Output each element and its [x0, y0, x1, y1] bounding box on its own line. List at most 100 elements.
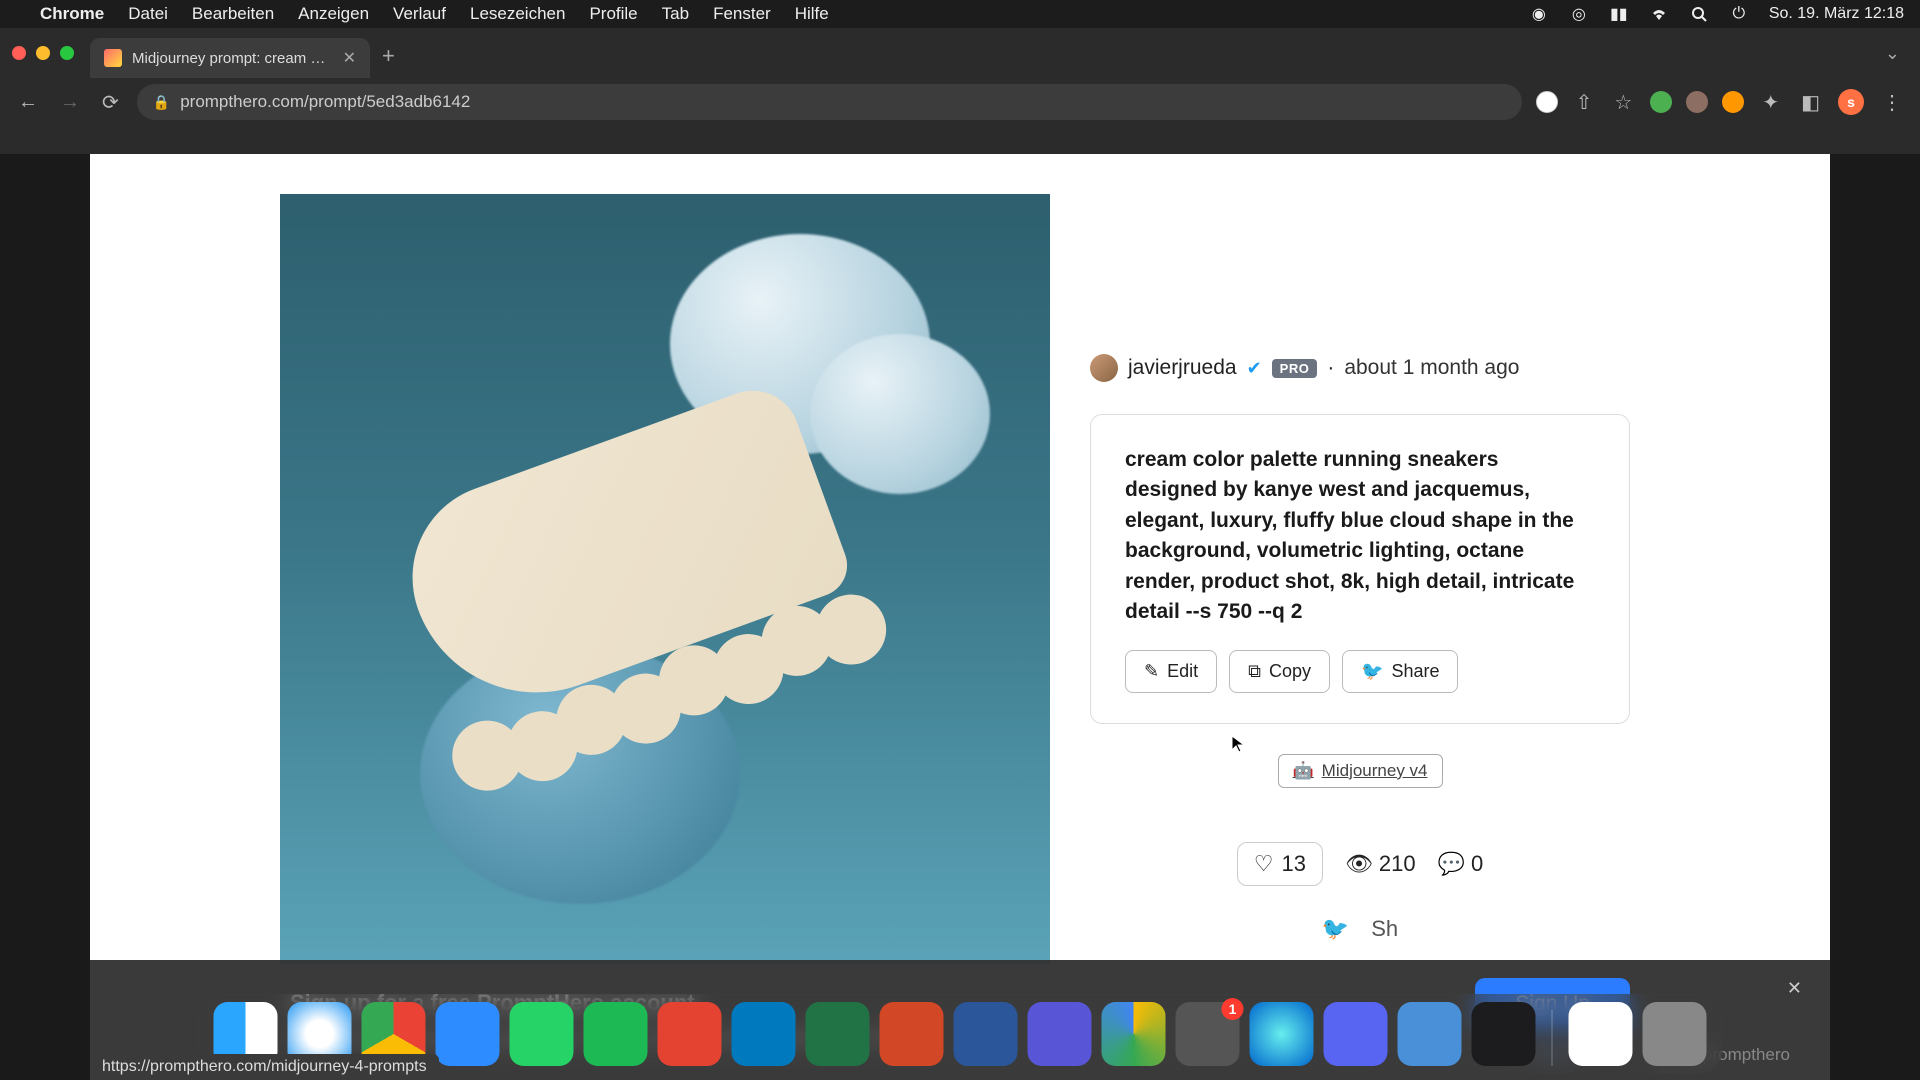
record-status-icon[interactable]: ◉ [1529, 4, 1549, 24]
menu-anzeigen[interactable]: Anzeigen [298, 4, 369, 24]
share-page-icon[interactable]: ⇧ [1572, 86, 1597, 119]
control-center-icon[interactable]: ⏻ [1729, 4, 1749, 24]
spotlight-icon[interactable] [1689, 4, 1709, 24]
author-row: javierjrueda ✔ PRO · about 1 month ago [1090, 354, 1630, 382]
prompt-page: javierjrueda ✔ PRO · about 1 month ago c… [90, 154, 1830, 1080]
like-count: 13 [1281, 851, 1305, 877]
banner-close-icon[interactable]: ✕ [1787, 978, 1802, 999]
reload-button[interactable]: ⟳ [98, 86, 123, 119]
views-stat: 👁 210 [1345, 851, 1416, 877]
quicktime-dock-icon[interactable] [1398, 1002, 1462, 1066]
twitter-share-icon[interactable]: 🐦 [1322, 916, 1349, 942]
menu-datei[interactable]: Datei [128, 4, 168, 24]
tabs-overflow-icon[interactable]: ⌄ [1885, 43, 1900, 64]
share-on-label: Sh [1371, 916, 1398, 942]
maximize-window-button[interactable] [60, 46, 74, 60]
macos-menubar: Chrome Datei Bearbeiten Anzeigen Verlauf… [0, 0, 1920, 28]
tab-strip: Midjourney prompt: cream col… ✕ + ⌄ [0, 28, 1920, 78]
model-tag-label: Midjourney v4 [1322, 761, 1428, 781]
edit-button[interactable]: ✎ Edit [1125, 650, 1217, 693]
tab-title: Midjourney prompt: cream col… [132, 50, 333, 67]
browser-tab[interactable]: Midjourney prompt: cream col… ✕ [90, 38, 370, 78]
settings-dock-icon[interactable]: 1 [1176, 1002, 1240, 1066]
stop-status-icon[interactable]: ◎ [1569, 4, 1589, 24]
google-translate-icon[interactable] [1536, 91, 1558, 113]
extension-shield-icon[interactable] [1650, 91, 1672, 113]
word-dock-icon[interactable] [954, 1002, 1018, 1066]
drive-dock-icon[interactable] [1102, 1002, 1166, 1066]
whatsapp-dock-icon[interactable] [510, 1002, 574, 1066]
copy-button[interactable]: ⧉ Copy [1229, 650, 1330, 693]
voice-memos-dock-icon[interactable] [1472, 1002, 1536, 1066]
settings-badge: 1 [1222, 998, 1244, 1020]
back-button[interactable]: ← [14, 87, 42, 118]
generated-image[interactable] [280, 194, 1050, 964]
minimize-window-button[interactable] [36, 46, 50, 60]
prompt-details: javierjrueda ✔ PRO · about 1 month ago c… [1090, 194, 1630, 964]
menu-lesezeichen[interactable]: Lesezeichen [470, 4, 565, 24]
eye-icon: 👁 [1345, 851, 1373, 877]
like-button[interactable]: ♡ 13 [1237, 842, 1323, 886]
menu-bearbeiten[interactable]: Bearbeiten [192, 4, 274, 24]
copy-icon: ⧉ [1248, 661, 1261, 682]
chrome-menu-icon[interactable]: ⋮ [1878, 86, 1906, 119]
browser-toolbar: ← → ⟳ 🔒 prompthero.com/prompt/5ed3adb614… [0, 78, 1920, 126]
sidepanel-icon[interactable]: ◧ [1797, 86, 1824, 119]
post-timestamp: about 1 month ago [1344, 356, 1519, 380]
pencil-icon: ✎ [1144, 661, 1159, 682]
menu-tab[interactable]: Tab [662, 4, 689, 24]
share-label: Share [1391, 661, 1439, 682]
twitter-icon: 🐦 [1361, 661, 1383, 682]
heart-icon: ♡ [1254, 851, 1274, 877]
wifi-icon[interactable] [1649, 4, 1669, 24]
prompt-text: cream color palette running sneakers des… [1125, 445, 1595, 628]
comments-stat: 💬 0 [1438, 851, 1484, 877]
extension-brown-icon[interactable] [1686, 91, 1708, 113]
forward-button[interactable]: → [56, 87, 84, 118]
share-button[interactable]: 🐦 Share [1342, 650, 1458, 693]
menubar-clock[interactable]: So. 19. März 12:18 [1769, 5, 1904, 23]
edit-label: Edit [1167, 661, 1198, 682]
extension-orange-icon[interactable] [1722, 91, 1744, 113]
menu-profile[interactable]: Profile [589, 4, 637, 24]
menu-verlauf[interactable]: Verlauf [393, 4, 446, 24]
author-name[interactable]: javierjrueda [1128, 356, 1237, 380]
separator: · [1327, 356, 1334, 380]
battery-icon[interactable]: ▮▮ [1609, 4, 1629, 24]
preview-dock-icon[interactable] [1569, 1002, 1633, 1066]
extensions-puzzle-icon[interactable]: ✦ [1758, 86, 1783, 119]
chrome-window: Midjourney prompt: cream col… ✕ + ⌄ ← → … [0, 28, 1920, 1080]
discord-dock-icon[interactable] [1324, 1002, 1388, 1066]
trash-dock-icon[interactable] [1643, 1002, 1707, 1066]
bookmark-star-icon[interactable]: ☆ [1610, 86, 1636, 119]
powerpoint-dock-icon[interactable] [880, 1002, 944, 1066]
robot-icon: 🤖 [1293, 761, 1314, 781]
dock-separator [1552, 1010, 1553, 1066]
zoom-dock-icon[interactable] [436, 1002, 500, 1066]
lock-icon: 🔒 [153, 94, 170, 111]
profile-avatar[interactable]: s [1838, 89, 1864, 115]
spotify-dock-icon[interactable] [584, 1002, 648, 1066]
trello-dock-icon[interactable] [732, 1002, 796, 1066]
close-window-button[interactable] [12, 46, 26, 60]
menu-hilfe[interactable]: Hilfe [795, 4, 829, 24]
siri-dock-icon[interactable] [1250, 1002, 1314, 1066]
menu-fenster[interactable]: Fenster [713, 4, 771, 24]
author-avatar[interactable] [1090, 354, 1118, 382]
window-controls [12, 46, 74, 60]
pro-badge: PRO [1272, 359, 1318, 378]
imovie-dock-icon[interactable] [1028, 1002, 1092, 1066]
url-text: prompthero.com/prompt/5ed3adb6142 [180, 92, 470, 112]
excel-dock-icon[interactable] [806, 1002, 870, 1066]
verified-icon: ✔ [1247, 358, 1262, 379]
page-viewport: javierjrueda ✔ PRO · about 1 month ago c… [0, 154, 1920, 1080]
new-tab-button[interactable]: + [382, 43, 395, 69]
status-bar-url: https://prompthero.com/midjourney-4-prom… [90, 1054, 439, 1080]
model-tag-link[interactable]: 🤖 Midjourney v4 [1278, 754, 1443, 788]
address-bar[interactable]: 🔒 prompthero.com/prompt/5ed3adb6142 [137, 84, 1522, 120]
copy-label: Copy [1269, 661, 1311, 682]
tab-close-icon[interactable]: ✕ [343, 48, 356, 68]
menubar-app-name[interactable]: Chrome [40, 4, 104, 24]
todoist-dock-icon[interactable] [658, 1002, 722, 1066]
view-count: 210 [1379, 851, 1416, 877]
